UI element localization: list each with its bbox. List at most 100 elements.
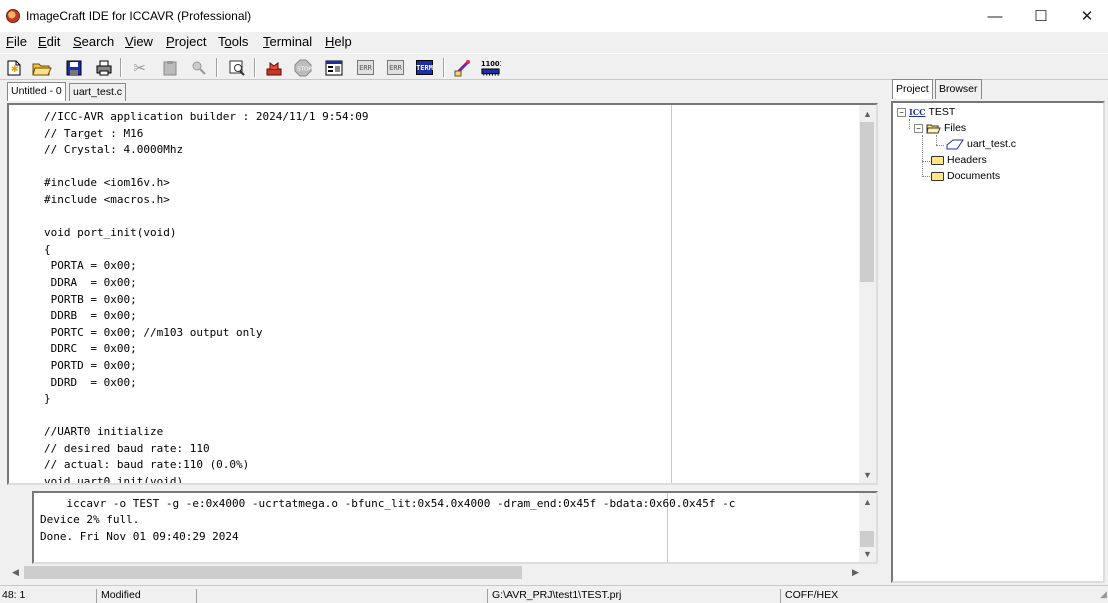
folder-icon (931, 171, 944, 181)
code-line[interactable] (44, 209, 369, 226)
tree-connector (909, 119, 910, 129)
tree-item-file[interactable]: uart_test.c (946, 138, 1016, 150)
code-editor[interactable]: //ICC-AVR application builder : 2024/11/… (7, 103, 878, 485)
close-button[interactable]: ✕ (1064, 0, 1108, 32)
tab-untitled[interactable]: Untitled - 0 (7, 82, 66, 101)
scroll-right-icon[interactable]: ▶ (847, 564, 864, 581)
tab-uart-test[interactable]: uart_test.c (69, 83, 127, 101)
error-prev-icon[interactable]: ERR (355, 57, 376, 78)
svg-text:STOP: STOP (297, 66, 312, 72)
scroll-up-icon[interactable]: ▲ (859, 105, 876, 122)
maximize-button[interactable]: ☐ (1018, 0, 1064, 32)
collapse-icon[interactable]: − (914, 123, 923, 133)
output-pane[interactable]: iccavr -o TEST -g -e:0x4000 -ucrtatmega.… (32, 491, 878, 564)
collapse-icon[interactable]: − (897, 107, 906, 117)
code-line[interactable]: PORTB = 0x00; (44, 292, 369, 309)
save-icon[interactable] (63, 57, 84, 78)
folder-icon (931, 155, 944, 165)
code-line[interactable]: DDRA = 0x00; (44, 275, 369, 292)
print-icon[interactable] (93, 57, 114, 78)
project-path: G:\AVR_PRJ\test1\TEST.prj (487, 589, 621, 603)
build-icon[interactable] (263, 57, 284, 78)
code-line[interactable]: //ICC-AVR application builder : 2024/11/… (44, 109, 369, 126)
project-tree: − ICC TEST − Files uart_test.c Headers D… (891, 101, 1105, 583)
program-chip-icon[interactable] (452, 57, 473, 78)
error-next-icon[interactable]: ERR (385, 57, 406, 78)
code-line[interactable]: PORTA = 0x00; (44, 258, 369, 275)
svg-text:✱: ✱ (11, 65, 19, 75)
editor-scroll-thumb[interactable] (860, 122, 874, 282)
code-line[interactable]: #include <iom16v.h> (44, 175, 369, 192)
files-label: Files (944, 122, 967, 134)
code-line[interactable] (44, 159, 369, 176)
output-format: COFF/HEX (780, 589, 838, 603)
code-line[interactable]: DDRB = 0x00; (44, 308, 369, 325)
output-line: Device 2% full. (40, 513, 140, 527)
code-line[interactable]: #include <macros.h> (44, 192, 369, 209)
menu-search[interactable]: Search (73, 34, 114, 49)
binary-icon[interactable]: 11001 (480, 57, 501, 78)
scroll-down-icon[interactable]: ▼ (859, 545, 876, 562)
tree-connector (922, 176, 930, 177)
code-line[interactable]: PORTD = 0x00; (44, 358, 369, 375)
new-file-icon[interactable]: ✱ (3, 57, 24, 78)
terminal-icon[interactable]: TERM (414, 57, 435, 78)
output-vertical-scrollbar[interactable]: ▲ ▼ (859, 493, 876, 562)
project-icon: ICC (909, 107, 926, 117)
toolbar-separator (216, 58, 218, 77)
code-line[interactable]: //UART0 initialize (44, 424, 369, 441)
svg-text:11001: 11001 (481, 60, 501, 68)
code-line[interactable]: // Crystal: 4.0000Mhz (44, 142, 369, 159)
code-line[interactable]: } (44, 391, 369, 408)
find-in-files-icon[interactable] (226, 57, 247, 78)
menu-file[interactable]: File (6, 34, 27, 49)
code-line[interactable]: // actual: baud rate:110 (0.0%) (44, 457, 369, 474)
code-line[interactable]: // Target : M16 (44, 126, 369, 143)
code-text[interactable]: //ICC-AVR application builder : 2024/11/… (44, 109, 369, 483)
menu-edit[interactable]: Edit (38, 34, 60, 49)
toolbar-separator (120, 58, 122, 77)
panel-tab-strip: Project Browser (890, 79, 1108, 101)
menu-help[interactable]: Help (325, 34, 352, 49)
app-builder-icon[interactable] (323, 57, 344, 78)
code-line[interactable]: { (44, 242, 369, 259)
horizontal-scroll-thumb[interactable] (24, 566, 522, 579)
paste-icon[interactable] (159, 57, 180, 78)
cursor-position: 48: 1 (2, 589, 26, 601)
title-bar: ImageCraft IDE for ICCAVR (Professional)… (0, 0, 1108, 32)
code-line[interactable] (44, 408, 369, 425)
output-text: iccavr -o TEST -g -e:0x4000 -ucrtatmega.… (40, 496, 735, 545)
code-line[interactable]: DDRD = 0x00; (44, 375, 369, 392)
scroll-up-icon[interactable]: ▲ (859, 493, 876, 510)
tab-project[interactable]: Project (892, 79, 933, 99)
tree-item-files[interactable]: − Files (914, 122, 966, 134)
toolbar: ✱ ✂ STOP ERR ERR TERM 11001 (0, 53, 1108, 80)
tree-connector (922, 161, 930, 162)
tree-item-documents[interactable]: Documents (931, 170, 1000, 182)
open-folder-icon (926, 124, 941, 133)
cut-icon[interactable]: ✂ (129, 57, 150, 78)
tab-browser[interactable]: Browser (935, 79, 982, 99)
code-line[interactable]: PORTC = 0x00; //m103 output only (44, 325, 369, 342)
code-line[interactable]: void uart0_init(void) (44, 474, 369, 483)
minimize-button[interactable]: — (972, 0, 1018, 32)
tree-item-project[interactable]: − ICC TEST (897, 106, 955, 118)
horizontal-scrollbar[interactable]: ◀ ▶ (7, 564, 867, 581)
scroll-left-icon[interactable]: ◀ (7, 564, 24, 581)
menu-project[interactable]: Project (166, 34, 206, 49)
scroll-down-icon[interactable]: ▼ (859, 466, 876, 483)
code-line[interactable]: // desired baud rate: 110 (44, 441, 369, 458)
tree-item-headers[interactable]: Headers (931, 154, 987, 166)
resize-grip-icon[interactable]: ◢ (1096, 589, 1108, 603)
menu-tools[interactable]: Tools (218, 34, 248, 49)
stop-icon[interactable]: STOP (292, 57, 313, 78)
code-line[interactable]: DDRC = 0x00; (44, 341, 369, 358)
menu-terminal[interactable]: Terminal (263, 34, 312, 49)
editor-vertical-scrollbar[interactable]: ▲ ▼ (859, 105, 876, 483)
open-folder-icon[interactable] (31, 57, 52, 78)
code-line[interactable]: void port_init(void) (44, 225, 369, 242)
find-replace-icon[interactable] (188, 57, 209, 78)
menu-view[interactable]: View (125, 34, 153, 49)
editor-tab-strip: Untitled - 0 uart_test.c (0, 81, 884, 101)
toolbar-separator (254, 58, 256, 77)
